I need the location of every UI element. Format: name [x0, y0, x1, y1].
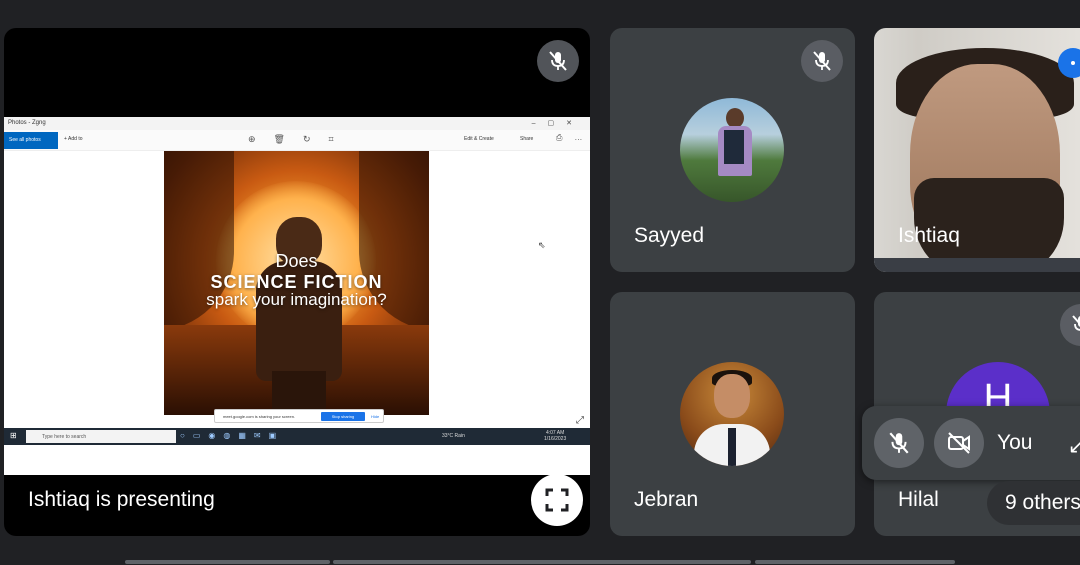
presentation-tile[interactable]: Photos - Zgng –▢✕ See all photos + Add t… — [4, 28, 590, 536]
photos-app-title: Photos - Zgng — [8, 120, 46, 126]
science-fiction-poster: Does SCIENCE FICTION spark your imaginat… — [164, 151, 429, 415]
muted-mic-icon — [1060, 304, 1080, 346]
photo-tool-icons: ⊕ 🗑 ↻ ⌗ — [248, 134, 352, 145]
rotate-icon: ↻ — [302, 134, 311, 144]
self-view-bar: You ↙ — [862, 406, 1080, 480]
participant-name: Hilal — [898, 488, 939, 511]
muted-mic-icon — [889, 432, 909, 454]
window-controls: –▢✕ — [531, 120, 584, 127]
windows-taskbar: ⊞ Type here to search ○▭◉◍▦✉▣ 33°C Rain … — [4, 428, 590, 445]
taskbar-weather: 33°C Rain — [442, 433, 465, 439]
fullscreen-icon — [545, 488, 569, 512]
stop-sharing-button: Stop sharing — [321, 412, 365, 421]
participant-tile-jebran[interactable]: Jebran — [610, 292, 855, 536]
mic-toggle-button[interactable] — [874, 418, 924, 468]
participant-tile-sayyed[interactable]: Sayyed — [610, 28, 855, 272]
photos-titlebar: Photos - Zgng –▢✕ — [4, 117, 590, 130]
share-button: Share — [520, 136, 534, 142]
camera-toggle-button[interactable] — [934, 418, 984, 468]
poster-line-3: spark your imagination? — [206, 290, 387, 309]
others-count-button[interactable]: 9 others — [987, 481, 1080, 525]
expand-icon: ⤢ — [576, 415, 584, 426]
more-options-icon: ⎙… — [556, 133, 582, 142]
crop-icon: ⌗ — [328, 134, 334, 144]
shared-screen: Photos - Zgng –▢✕ See all photos + Add t… — [4, 117, 590, 475]
see-all-photos-button: See all photos — [4, 132, 58, 149]
taskbar-app-icons: ○▭◉◍▦✉▣ — [180, 431, 285, 440]
photos-toolbar: See all photos + Add to ⊕ 🗑 ↻ ⌗ Edit & Crea… — [4, 130, 590, 151]
edit-create-button: Edit & Create — [464, 136, 494, 142]
add-to-button: + Add to — [64, 136, 83, 142]
zoom-icon: ⊕ — [248, 134, 256, 144]
collapse-arrow-icon[interactable]: ↙ — [1068, 434, 1080, 459]
taskbar-search: Type here to search — [26, 430, 176, 443]
delete-icon: 🗑 — [273, 134, 285, 144]
screen-share-notice: meet.google.com is sharing your screen. … — [214, 409, 384, 423]
presenting-label: Ishtiaq is presenting — [28, 488, 215, 511]
hide-button: Hide — [371, 414, 380, 419]
mouse-cursor-icon: ⇖ — [538, 240, 546, 250]
participant-name: Ishtiaq — [898, 224, 960, 247]
presenter-muted-mic-icon — [537, 40, 579, 82]
participant-name: Sayyed — [634, 224, 705, 247]
self-label: You — [997, 431, 1033, 454]
fullscreen-button[interactable] — [531, 474, 583, 526]
camera-off-icon — [948, 432, 970, 454]
taskbar-clock: 4:07 AM 1/16/2023 — [544, 430, 567, 442]
avatar — [680, 98, 784, 202]
speaking-indicator-icon — [1058, 48, 1080, 78]
share-notice-text: meet.google.com is sharing your screen. — [223, 414, 296, 419]
muted-mic-icon — [801, 40, 843, 82]
participant-tile-ishtiaq[interactable]: Ishtiaq — [874, 28, 1080, 272]
meeting-stage: Photos - Zgng –▢✕ See all photos + Add t… — [0, 0, 1080, 565]
windows-start-icon: ⊞ — [10, 431, 17, 440]
participant-name: Jebran — [634, 488, 699, 511]
bottom-scrollbar[interactable] — [125, 560, 955, 564]
avatar — [680, 362, 784, 466]
poster-line-1: Does — [275, 251, 318, 271]
